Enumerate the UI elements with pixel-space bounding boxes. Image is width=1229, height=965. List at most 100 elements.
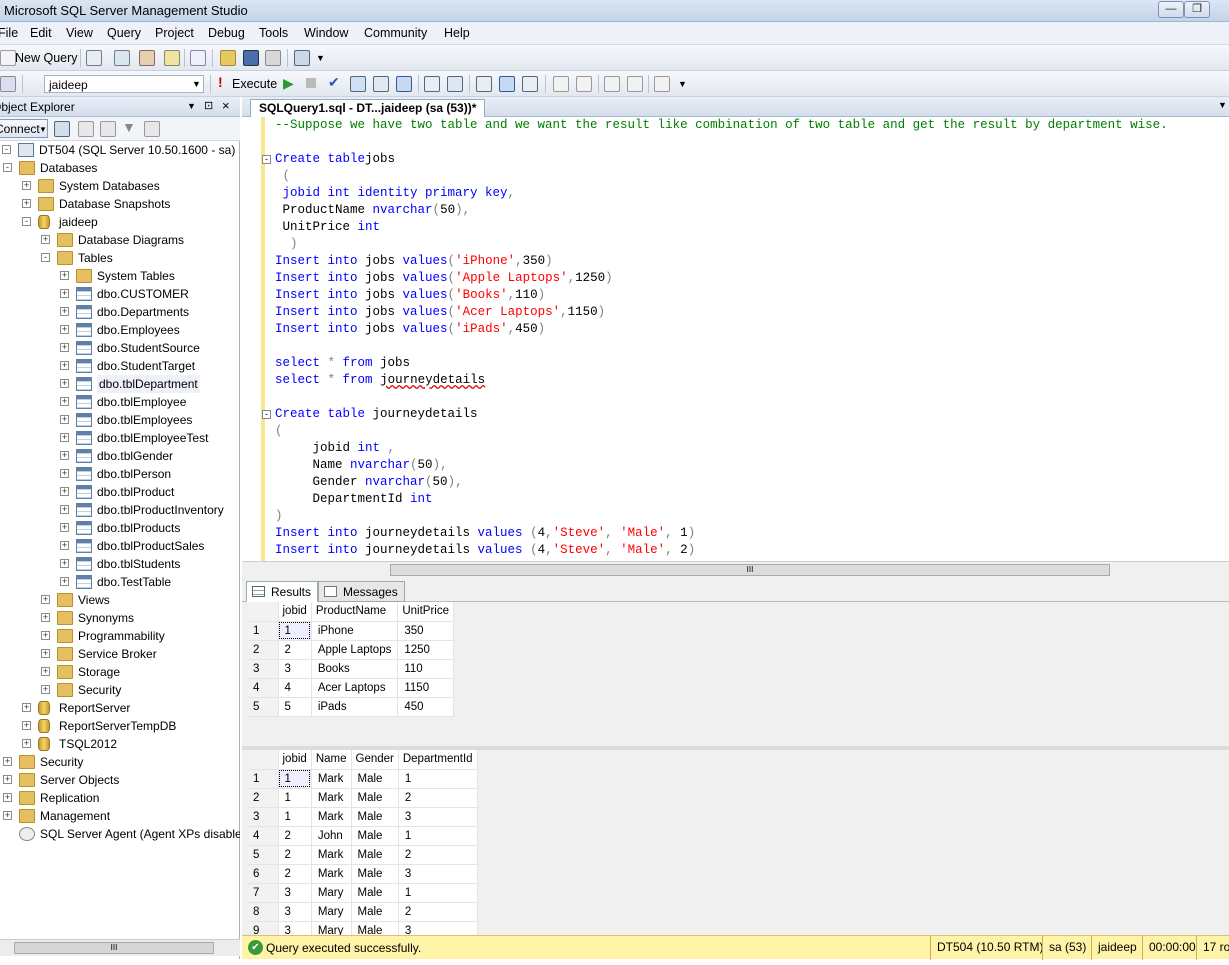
table-cell[interactable]: Apple Laptops <box>311 640 399 660</box>
tree-item[interactable]: + System Databases <box>0 177 240 195</box>
expand-icon[interactable]: + <box>60 523 69 532</box>
table-cell[interactable]: 3 <box>278 902 312 922</box>
expand-icon[interactable]: + <box>22 199 31 208</box>
expand-icon[interactable]: + <box>3 775 12 784</box>
table-row[interactable]: 8 3 Mary Male 2 <box>248 902 478 922</box>
tree-item[interactable]: + Synonyms <box>0 609 240 627</box>
query-designer-icon[interactable] <box>350 76 366 92</box>
table-cell[interactable]: 110 <box>397 659 455 679</box>
tree-item[interactable]: + Database Diagrams <box>0 231 240 249</box>
results-to-text-icon[interactable] <box>476 76 492 92</box>
table-cell[interactable]: Books <box>311 659 399 679</box>
execute-button[interactable]: Execute <box>232 77 277 91</box>
tree-item[interactable]: + Replication <box>0 789 240 807</box>
mdx-query-icon[interactable] <box>139 50 155 66</box>
tree-item[interactable]: + Views <box>0 591 240 609</box>
table-cell[interactable]: Mary <box>311 902 352 922</box>
collapse-icon[interactable]: - <box>41 253 50 262</box>
tree-item[interactable]: - jaideep <box>0 213 240 231</box>
sql-editor[interactable]: --Suppose we have two table and we want … <box>242 117 1229 561</box>
tree-item[interactable]: + dbo.tblProductInventory <box>0 501 240 519</box>
table-cell[interactable]: Mark <box>311 807 352 827</box>
table-cell[interactable]: Mark <box>311 845 352 865</box>
table-cell[interactable]: 1 <box>398 826 478 846</box>
expand-icon[interactable]: + <box>3 811 12 820</box>
toolbar-overflow-icon[interactable]: ▼ <box>678 79 687 89</box>
menu-file[interactable]: File <box>0 26 18 40</box>
tree-item[interactable]: + dbo.tblEmployees <box>0 411 240 429</box>
connect-button[interactable]: Connect ▼ <box>0 119 48 138</box>
disconnect-icon[interactable] <box>78 121 94 137</box>
menu-project[interactable]: Project <box>155 26 194 40</box>
table-cell[interactable]: Male <box>351 883 399 903</box>
tree-item[interactable]: + TSQL2012 <box>0 735 240 753</box>
tree-item[interactable]: + dbo.StudentSource <box>0 339 240 357</box>
outline-collapse-icon[interactable]: - <box>262 410 271 419</box>
row-number[interactable]: 3 <box>248 659 279 679</box>
tree-item[interactable]: + dbo.tblPerson <box>0 465 240 483</box>
tree-item[interactable]: + Storage <box>0 663 240 681</box>
table-cell[interactable]: 5 <box>278 697 312 717</box>
tree-item[interactable]: + Service Broker <box>0 645 240 663</box>
tree-item[interactable]: + dbo.tblProductSales <box>0 537 240 555</box>
minimize-button[interactable]: — <box>1158 1 1184 18</box>
table-cell[interactable]: 1 <box>278 769 312 789</box>
table-cell[interactable]: Male <box>351 807 399 827</box>
tree-item[interactable]: + dbo.TestTable <box>0 573 240 591</box>
menu-help[interactable]: Help <box>444 26 470 40</box>
cancel-query-icon[interactable] <box>306 78 316 88</box>
table-cell[interactable]: 1250 <box>397 640 455 660</box>
row-number[interactable]: 5 <box>248 845 279 865</box>
tab-results[interactable]: Results <box>246 581 319 602</box>
table-cell[interactable]: Male <box>351 826 399 846</box>
row-number[interactable]: 2 <box>248 640 279 660</box>
table-cell[interactable]: 1 <box>278 621 312 641</box>
row-number[interactable]: 1 <box>248 621 279 641</box>
table-row[interactable]: 6 2 Mark Male 3 <box>248 864 478 884</box>
tree-item[interactable]: + dbo.StudentTarget <box>0 357 240 375</box>
table-cell[interactable]: 1 <box>278 807 312 827</box>
tab-messages[interactable]: Messages <box>318 581 405 602</box>
chevron-down-icon[interactable]: ▼ <box>1218 100 1227 110</box>
pin-icon[interactable]: ⊡ <box>204 99 213 112</box>
row-number[interactable]: 4 <box>248 826 279 846</box>
expand-icon[interactable]: + <box>60 487 69 496</box>
menu-window[interactable]: Window <box>304 26 348 40</box>
tree-item[interactable]: + Management <box>0 807 240 825</box>
table-cell[interactable]: 2 <box>398 902 478 922</box>
tree-item[interactable]: + dbo.Departments <box>0 303 240 321</box>
tree-item[interactable]: + dbo.tblStudents <box>0 555 240 573</box>
expand-icon[interactable]: + <box>60 289 69 298</box>
expand-icon[interactable]: + <box>60 505 69 514</box>
table-cell[interactable]: Male <box>351 788 399 808</box>
connect-explorer-icon[interactable] <box>54 121 70 137</box>
table-cell[interactable]: Mary <box>311 921 352 935</box>
tree-item[interactable]: + dbo.CUSTOMER <box>0 285 240 303</box>
results-grid-journeydetails[interactable]: jobid Name Gender DepartmentId 1 1 Mark Male 1 2 1… <box>248 750 478 935</box>
horizontal-scrollbar[interactable]: III <box>0 939 240 956</box>
expand-icon[interactable]: + <box>22 703 31 712</box>
tree-item[interactable]: - DT504 (SQL Server 10.50.1600 - sa) <box>0 141 240 159</box>
tree-item[interactable]: + dbo.tblProduct <box>0 483 240 501</box>
table-cell[interactable]: Male <box>351 864 399 884</box>
new-query-button[interactable]: New Query <box>15 51 78 65</box>
debug-icon[interactable]: ▶ <box>283 75 294 92</box>
estimated-plan-icon[interactable] <box>373 76 389 92</box>
expand-icon[interactable]: + <box>60 271 69 280</box>
table-row[interactable]: 4 4 Acer Laptops 1150 <box>248 678 455 698</box>
table-cell[interactable]: Male <box>351 902 399 922</box>
table-cell[interactable]: iPhone <box>311 621 399 641</box>
column-header[interactable]: UnitPrice <box>397 602 455 622</box>
expand-icon[interactable]: + <box>60 343 69 352</box>
menu-edit[interactable]: Edit <box>30 26 52 40</box>
table-cell[interactable]: 2 <box>278 640 312 660</box>
row-number[interactable]: 1 <box>248 769 279 789</box>
results-grid-jobs[interactable]: jobid ProductName UnitPrice 1 1 iPhone 350 2 2 Ap… <box>248 602 455 717</box>
collapse-icon[interactable]: - <box>2 145 11 154</box>
table-cell[interactable]: Mark <box>311 864 352 884</box>
analysis-query-icon[interactable] <box>114 50 130 66</box>
menu-tools[interactable]: Tools <box>259 26 288 40</box>
table-row[interactable]: 1 1 Mark Male 1 <box>248 769 478 789</box>
table-cell[interactable]: 3 <box>278 659 312 679</box>
tree-item[interactable]: + Security <box>0 753 240 771</box>
